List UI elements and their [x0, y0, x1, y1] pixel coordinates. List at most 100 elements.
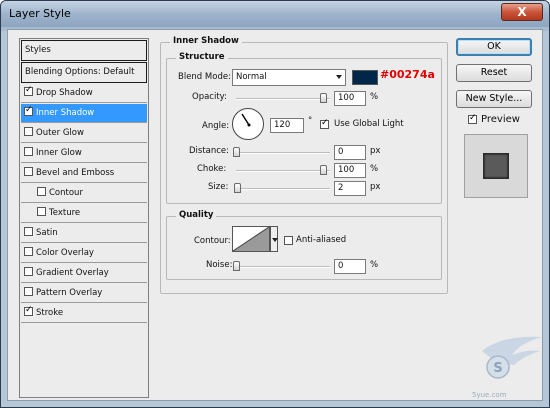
noise-slider-thumb[interactable] [233, 261, 240, 271]
angle-input[interactable]: 120 [270, 118, 304, 133]
angle-label: Angle: [202, 121, 230, 131]
color-overlay-checkbox[interactable] [24, 247, 33, 256]
style-item-pattern-overlay[interactable]: Pattern Overlay [21, 284, 147, 303]
style-preview-swatch [483, 153, 509, 179]
blending-options-item[interactable]: Blending Options: Default [21, 62, 147, 83]
style-item-label: Color Overlay [36, 248, 94, 258]
style-item-label: Gradient Overlay [36, 268, 109, 278]
drop-shadow-checkbox[interactable] [24, 85, 33, 96]
bevel-emboss-checkbox[interactable] [24, 167, 33, 176]
opacity-unit: % [370, 92, 379, 102]
texture-checkbox[interactable] [37, 207, 46, 216]
opacity-label: Opacity: [192, 92, 227, 102]
style-item-contour[interactable]: Contour [21, 184, 147, 203]
quality-group [166, 216, 442, 280]
style-item-stroke[interactable]: Stroke [21, 304, 147, 323]
choke-unit: % [370, 164, 379, 174]
style-item-bevel-emboss[interactable]: Bevel and Emboss [21, 164, 147, 183]
layer-style-dialog: Layer Style X Styles Blending Options: D… [0, 0, 550, 408]
color-hex-annotation: #00274a [380, 68, 435, 81]
size-label: Size: [208, 182, 229, 192]
style-item-inner-glow[interactable]: Inner Glow [21, 144, 147, 163]
contour-checkbox[interactable] [37, 187, 46, 196]
close-button[interactable]: X [501, 3, 543, 21]
preview-checkbox[interactable] [468, 113, 477, 124]
reset-button[interactable]: Reset [456, 64, 532, 82]
gradient-overlay-checkbox[interactable] [24, 267, 33, 276]
blending-options-label: Blending Options: Default [25, 67, 135, 77]
distance-unit: px [370, 146, 381, 156]
angle-unit: ° [308, 116, 313, 126]
style-item-gradient-overlay[interactable]: Gradient Overlay [21, 264, 147, 283]
quality-title: Quality [176, 210, 217, 220]
watermark-text: 5yue.com [472, 391, 507, 399]
anti-aliased-label: Anti-aliased [296, 235, 347, 245]
size-slider-track[interactable] [236, 188, 330, 190]
distance-slider-track[interactable] [236, 152, 330, 154]
stroke-checkbox[interactable] [24, 305, 33, 316]
noise-unit: % [370, 260, 379, 270]
noise-label: Noise: [206, 260, 233, 270]
chevron-down-icon [336, 75, 342, 79]
style-item-label: Stroke [36, 308, 64, 318]
choke-slider-thumb[interactable] [320, 165, 327, 175]
contour-dropdown[interactable] [270, 226, 278, 252]
preview-label: Preview [481, 114, 520, 125]
style-item-label: Pattern Overlay [36, 288, 103, 298]
inner-shadow-title: Inner Shadow [170, 36, 242, 46]
style-item-label: Contour [49, 188, 83, 198]
shadow-color-swatch[interactable] [352, 70, 378, 85]
style-item-satin[interactable]: Satin [21, 224, 147, 243]
styles-label: Styles [25, 45, 51, 55]
style-item-label: Inner Glow [36, 148, 82, 158]
opacity-input[interactable]: 100 [334, 91, 366, 106]
distance-label: Distance: [189, 146, 230, 156]
style-preview-frame [464, 134, 528, 198]
opacity-slider-thumb[interactable] [320, 93, 327, 103]
choke-input[interactable]: 100 [334, 163, 366, 178]
size-slider-thumb[interactable] [234, 183, 241, 193]
style-item-label: Texture [49, 208, 81, 218]
size-unit: px [370, 182, 381, 192]
anti-aliased-checkbox[interactable] [284, 236, 293, 245]
styles-header[interactable]: Styles [21, 40, 147, 61]
inner-shadow-checkbox[interactable] [24, 105, 33, 116]
use-global-light-checkbox[interactable] [320, 118, 329, 129]
choke-label: Choke: [197, 164, 227, 174]
distance-slider-thumb[interactable] [233, 147, 240, 157]
style-item-label: Outer Glow [36, 128, 84, 138]
style-item-label: Bevel and Emboss [36, 168, 115, 178]
style-item-drop-shadow[interactable]: Drop Shadow [21, 84, 147, 103]
noise-input[interactable]: 0 [334, 259, 366, 274]
opacity-slider-track[interactable] [236, 98, 330, 100]
style-item-texture[interactable]: Texture [21, 204, 147, 223]
style-item-outer-glow[interactable]: Outer Glow [21, 124, 147, 143]
pattern-overlay-checkbox[interactable] [24, 287, 33, 296]
window-title: Layer Style [9, 7, 71, 20]
blend-mode-value: Normal [236, 72, 267, 82]
style-item-label: Satin [36, 228, 58, 238]
contour-curve-icon [232, 226, 270, 252]
contour-preview[interactable] [232, 226, 270, 252]
distance-input[interactable]: 0 [334, 145, 366, 160]
satin-checkbox[interactable] [24, 227, 33, 236]
chevron-down-icon [272, 238, 278, 242]
noise-slider-track[interactable] [236, 266, 330, 268]
watermark-logo: S 5yue.com [462, 333, 546, 403]
style-item-color-overlay[interactable]: Color Overlay [21, 244, 147, 263]
new-style-button[interactable]: New Style... [456, 90, 532, 108]
blend-mode-label: Blend Mode: [178, 72, 231, 82]
ok-button[interactable]: OK [456, 38, 532, 56]
contour-label: Contour: [194, 236, 231, 246]
inner-glow-checkbox[interactable] [24, 147, 33, 156]
styles-list: Styles Blending Options: Default Drop Sh… [19, 38, 149, 398]
angle-dial[interactable] [232, 108, 264, 140]
size-input[interactable]: 2 [334, 181, 366, 196]
blend-mode-select[interactable]: Normal [232, 69, 346, 86]
choke-slider-track[interactable] [236, 170, 330, 172]
title-bar[interactable]: Layer Style X [1, 1, 549, 27]
outer-glow-checkbox[interactable] [24, 127, 33, 136]
use-global-light-label: Use Global Light [334, 119, 404, 129]
style-item-label: Inner Shadow [36, 108, 95, 118]
style-item-inner-shadow[interactable]: Inner Shadow [21, 104, 147, 123]
